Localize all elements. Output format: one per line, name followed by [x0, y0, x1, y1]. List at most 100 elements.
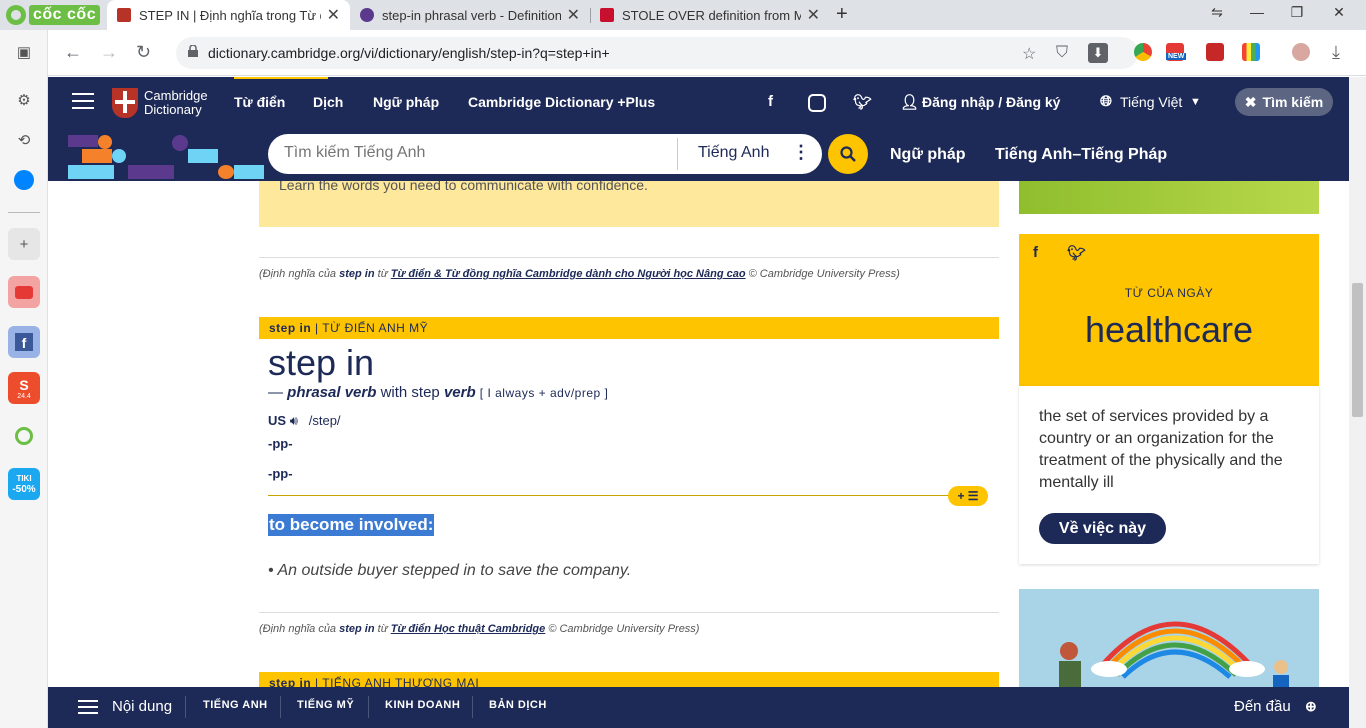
more-options-icon[interactable]: ⋮	[792, 142, 810, 163]
shopee-badge: 24.4	[17, 392, 31, 400]
history-icon[interactable]: ⟲	[8, 124, 40, 156]
tiki-icon[interactable]: TIKI -50%	[8, 468, 40, 500]
tab-step-in-cambridge[interactable]: STEP IN | Định nghĩa trong Từ điển tiếng…	[107, 0, 350, 30]
credit-mid: từ	[377, 623, 388, 635]
user-icon: 👤︎	[900, 94, 920, 111]
search-submit-button[interactable]	[828, 134, 868, 174]
extension-chrome-icon[interactable]	[1134, 43, 1152, 61]
dictionary-section-bar: step in | TỪ ĐIỂN ANH MỸ	[259, 317, 999, 339]
inflection-form: -pp-	[268, 466, 293, 481]
url-bar[interactable]: dictionary.cambridge.org/vi/dictionary/e…	[176, 37, 1138, 69]
search-language-selector[interactable]: Tiếng Anh	[698, 144, 769, 162]
close-window-button[interactable]: ✕	[1329, 4, 1349, 21]
lock-icon[interactable]	[188, 45, 198, 57]
cambridge-search-row: Tiếng Anh ⋮ Ngữ pháp Tiếng Anh–Tiếng Phá…	[48, 129, 1349, 181]
language-selector[interactable]: Tiếng Việt	[1120, 94, 1182, 110]
wotd-word[interactable]: healthcare	[1019, 309, 1319, 351]
cambridge-dictionary-logo[interactable]: Cambridge Dictionary	[112, 88, 208, 118]
globe-icon: 🌐︎	[1100, 93, 1113, 110]
contents-menu-label[interactable]: Nội dung	[112, 698, 172, 715]
credit-word: step in	[339, 268, 375, 280]
new-tab-button[interactable]: +	[836, 3, 848, 26]
word-of-the-day-card: f 🐦︎ TỪ CỦA NGÀY healthcare	[1019, 234, 1319, 386]
facebook-icon[interactable]: f	[768, 93, 773, 110]
bottom-tab-english[interactable]: TIẾNG ANH	[203, 699, 268, 711]
extension-refresh-icon[interactable]	[1206, 43, 1224, 61]
profile-avatar[interactable]	[1292, 43, 1310, 61]
add-to-wordlist-button[interactable]: + ☰	[948, 486, 988, 506]
close-search-button[interactable]: ✖ Tìm kiếm	[1235, 88, 1333, 116]
youtube-icon[interactable]	[8, 276, 40, 308]
sublink-english-french[interactable]: Tiếng Anh–Tiếng Pháp	[995, 146, 1167, 164]
chevron-down-icon[interactable]: ▼	[1190, 96, 1201, 108]
promo-banner[interactable]: Learn the words you need to communicate …	[259, 181, 999, 227]
credit-source-link[interactable]: Từ điển & Từ đồng nghĩa Cambridge dành c…	[391, 268, 746, 280]
search-icon	[840, 146, 856, 162]
bottom-tab-translation[interactable]: BẢN DỊCH	[489, 699, 547, 711]
close-tab-icon[interactable]: ✕	[567, 5, 580, 25]
extension-new-icon[interactable]: NEW	[1166, 43, 1187, 61]
reload-icon[interactable]: ↻	[136, 42, 151, 63]
close-tab-icon[interactable]: ✕	[807, 5, 820, 25]
settings-gear-icon[interactable]: ⚙	[8, 84, 40, 116]
logo-line-2: Dictionary	[144, 102, 202, 117]
tab-title: STOLE OVER definition from Macmillan	[622, 7, 801, 23]
page-scrollbar[interactable]	[1349, 77, 1366, 728]
nav-dictionary[interactable]: Từ điển	[234, 94, 285, 110]
bookmark-star-icon[interactable]: ☆	[1022, 44, 1036, 64]
hamburger-menu-icon[interactable]	[72, 93, 94, 114]
twitter-icon[interactable]: 🐦︎	[853, 93, 872, 111]
sidebar-toggle-icon[interactable]: ▣	[8, 36, 40, 68]
rainbow-image[interactable]	[1019, 589, 1319, 687]
nav-grammar[interactable]: Ngữ pháp	[373, 94, 439, 110]
login-register-link[interactable]: Đăng nhập / Đăng ký	[922, 94, 1060, 110]
facebook-share-icon[interactable]: f	[1033, 244, 1038, 261]
nav-dictionary-plus[interactable]: Cambridge Dictionary +Plus	[468, 94, 655, 110]
maximize-button[interactable]: ❐	[1287, 4, 1307, 21]
business-dictionary-bar: step in | TIẾNG ANH THƯƠNG MẠI	[259, 672, 999, 687]
pos-dash: —	[268, 384, 283, 401]
shield-icon[interactable]: ⛉	[1056, 44, 1068, 62]
contents-menu-icon[interactable]	[78, 700, 98, 718]
grammar-code: [ I always + adv/prep ]	[479, 386, 609, 400]
extension-color-icon[interactable]	[1242, 43, 1260, 61]
definition-credit: (Định nghĩa của step in từ Từ điển Học t…	[259, 623, 699, 635]
facebook-icon[interactable]: f	[8, 326, 40, 358]
sublink-grammar[interactable]: Ngữ pháp	[890, 146, 966, 164]
wotd-about-button[interactable]: Về việc này	[1039, 513, 1166, 544]
rainbow-illustration	[1059, 621, 1289, 687]
instagram-icon[interactable]	[808, 94, 826, 112]
tab-stole-over-macmillan[interactable]: STOLE OVER definition from Macmillan ✕	[590, 0, 830, 30]
minimize-button[interactable]: —	[1247, 4, 1267, 20]
arrow-up-circle-icon[interactable]: ⊕	[1305, 698, 1317, 715]
macmillan-favicon-icon	[600, 8, 614, 22]
tab-step-in-oxford[interactable]: step-in phrasal verb - Definition ✕	[350, 0, 590, 30]
coccoc-leaf-icon[interactable]	[8, 420, 40, 452]
add-panel-icon[interactable]: +	[8, 228, 40, 260]
forward-arrow-icon[interactable]: →	[100, 42, 118, 63]
speaker-icon[interactable]: 🔊︎	[290, 413, 298, 428]
downloads-icon[interactable]: ⤓	[1332, 42, 1340, 63]
promo-image[interactable]	[1019, 181, 1319, 214]
credit-suffix: © Cambridge University Press)	[548, 623, 700, 635]
download-icon[interactable]: ⬇	[1088, 43, 1108, 63]
messenger-icon[interactable]	[8, 164, 40, 196]
close-tab-icon[interactable]: ✕	[327, 5, 340, 25]
pos-verb[interactable]: verb	[444, 384, 476, 401]
tab-search-icon[interactable]: ⇋	[1207, 4, 1227, 21]
back-arrow-icon[interactable]: ←	[64, 42, 82, 63]
coccoc-logo[interactable]: cốc cốc	[6, 4, 101, 26]
credit-source-link[interactable]: Từ điển Học thuật Cambridge	[391, 623, 546, 635]
twitter-share-icon[interactable]: 🐦︎	[1067, 244, 1086, 262]
back-to-top-link[interactable]: Đến đầu	[1234, 698, 1291, 715]
word-of-the-day-body: the set of services provided by a countr…	[1019, 386, 1319, 564]
shopee-icon[interactable]: S 24.4	[8, 372, 40, 404]
wotd-definition: the set of services provided by a countr…	[1039, 408, 1283, 491]
search-input[interactable]	[284, 144, 664, 162]
bottom-tab-american[interactable]: TIẾNG MỸ	[297, 699, 354, 711]
bottom-tab-business[interactable]: KINH DOANH	[385, 699, 460, 711]
nav-translate[interactable]: Dịch	[313, 94, 343, 110]
tiki-badge: -50%	[12, 484, 36, 495]
scrollbar-thumb[interactable]	[1352, 283, 1363, 417]
pos-with: with step	[380, 384, 440, 401]
